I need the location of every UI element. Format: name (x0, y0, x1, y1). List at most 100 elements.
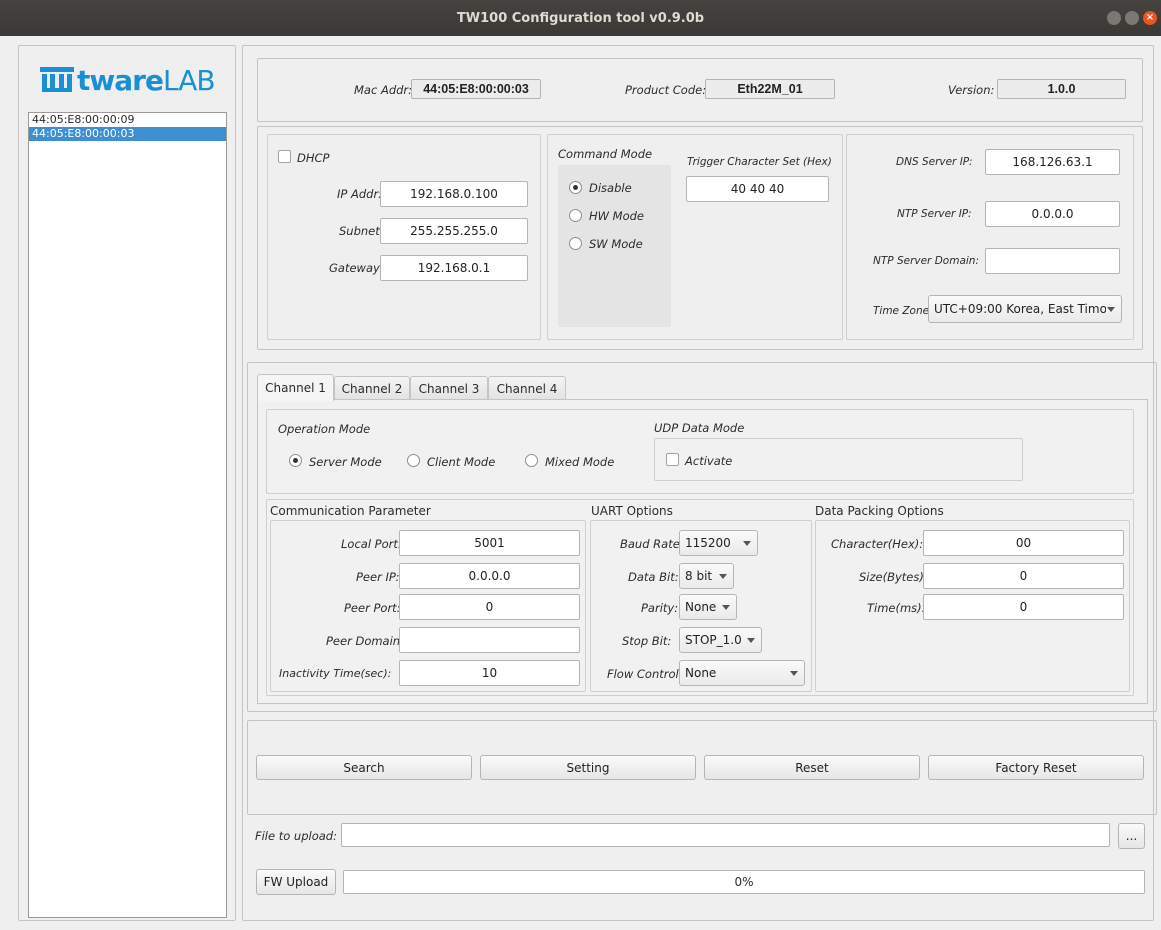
file-upload-label: File to upload: (255, 829, 337, 843)
file-path-input[interactable] (341, 823, 1110, 847)
baud-rate-label: Baud Rate: (620, 537, 684, 551)
ntp-ip-input[interactable]: 0.0.0.0 (985, 201, 1120, 227)
udp-activate-label: Activate (685, 454, 733, 468)
gateway-input[interactable]: 192.168.0.1 (380, 255, 528, 281)
baud-rate-select[interactable]: 115200 (679, 530, 758, 556)
size-bytes-label: Size(Bytes): (859, 570, 928, 584)
dns-label: DNS Server IP: (896, 156, 973, 168)
radio-mixed-mode[interactable] (525, 454, 538, 467)
dhcp-label: DHCP (297, 151, 330, 165)
inactivity-input[interactable]: 10 (399, 660, 580, 686)
tab-channel-3[interactable]: Channel 3 (410, 376, 488, 400)
radio-client-mode[interactable] (407, 454, 420, 467)
logo: tware LAB (40, 63, 216, 97)
time-ms-input[interactable]: 0 (923, 594, 1124, 620)
radio-sw-mode-label: SW Mode (589, 237, 643, 251)
product-code-field: Eth22M_01 (705, 79, 835, 99)
ntp-ip-label: NTP Server IP: (897, 208, 972, 220)
comm-params-title: Communication Parameter (270, 504, 431, 518)
mac-label: Mac Addr: (354, 83, 413, 97)
upload-progress-bar: 0% (343, 870, 1145, 894)
chevron-down-icon (719, 574, 727, 579)
radio-client-mode-label: Client Mode (427, 455, 496, 469)
radio-server-mode[interactable] (289, 454, 302, 467)
time-zone-select[interactable]: UTC+09:00 Korea, East Timor, F (928, 295, 1122, 323)
radio-disable-label: Disable (589, 181, 632, 195)
title-bar: TW100 Configuration tool v0.9.0b × (0, 0, 1161, 36)
search-button[interactable]: Search (256, 755, 472, 780)
local-port-label: Local Port: (341, 537, 402, 551)
list-item[interactable]: 44:05:E8:00:00:09 (29, 113, 226, 127)
browse-button[interactable]: ... (1118, 823, 1145, 849)
parity-value: None (685, 600, 717, 614)
peer-port-input[interactable]: 0 (399, 594, 580, 620)
inactivity-label: Inactivity Time(sec): (279, 667, 392, 680)
peer-port-label: Peer Port: (344, 601, 401, 615)
radio-hw-mode-label: HW Mode (589, 209, 645, 223)
parity-label: Parity: (641, 601, 679, 615)
gateway-label: Gateway: (329, 261, 384, 275)
radio-server-mode-label: Server Mode (309, 455, 382, 469)
flow-control-select[interactable]: None (679, 660, 805, 686)
reset-button[interactable]: Reset (704, 755, 920, 780)
fw-upload-button[interactable]: FW Upload (256, 869, 336, 895)
udp-activate-checkbox[interactable] (666, 453, 679, 466)
logo-text-tware: tware (77, 63, 164, 97)
minimize-icon[interactable] (1107, 11, 1121, 25)
list-item-selected[interactable]: 44:05:E8:00:00:03 (29, 127, 226, 141)
baud-rate-value: 115200 (685, 536, 731, 550)
ntp-domain-input[interactable] (985, 248, 1120, 274)
device-list: 44:05:E8:00:00:09 44:05:E8:00:00:03 (28, 112, 227, 918)
stop-bit-value: STOP_1.0 (685, 633, 742, 647)
peer-ip-input[interactable]: 0.0.0.0 (399, 563, 580, 589)
mac-field: 44:05:E8:00:00:03 (411, 79, 541, 99)
tab-channel-2[interactable]: Channel 2 (334, 376, 410, 400)
ntp-domain-label: NTP Server Domain: (873, 255, 979, 267)
dhcp-checkbox[interactable] (278, 150, 291, 163)
stop-bit-select[interactable]: STOP_1.0 (679, 627, 762, 653)
progress-text: 0% (734, 875, 754, 889)
factory-reset-button[interactable]: Factory Reset (928, 755, 1144, 780)
version-field: 1.0.0 (997, 79, 1126, 99)
radio-sw-mode[interactable] (569, 237, 582, 250)
command-mode-title: Command Mode (558, 147, 653, 161)
flow-control-label: Flow Control: (607, 667, 683, 681)
data-bit-value: 8 bit (685, 569, 713, 583)
character-hex-label: Character(Hex): (831, 537, 924, 551)
character-hex-input[interactable]: 00 (923, 530, 1124, 556)
tab-channel-1[interactable]: Channel 1 (257, 374, 334, 401)
data-bit-select[interactable]: 8 bit (679, 563, 734, 589)
parity-select[interactable]: None (679, 594, 737, 620)
setting-button[interactable]: Setting (480, 755, 696, 780)
time-zone-value: UTC+09:00 Korea, East Timor, F (934, 302, 1106, 316)
peer-ip-label: Peer IP: (356, 570, 400, 584)
chevron-down-icon (790, 671, 798, 676)
peer-domain-input[interactable] (399, 627, 580, 653)
size-bytes-input[interactable]: 0 (923, 563, 1124, 589)
data-bit-label: Data Bit: (628, 570, 679, 584)
close-icon[interactable]: × (1143, 11, 1157, 25)
local-port-input[interactable]: 5001 (399, 530, 580, 556)
version-label: Version: (948, 83, 995, 97)
dns-input[interactable]: 168.126.63.1 (985, 149, 1120, 175)
ip-label: IP Addr: (337, 187, 383, 201)
ip-input[interactable]: 192.168.0.100 (380, 181, 528, 207)
uart-options-title: UART Options (591, 504, 673, 518)
maximize-icon[interactable] (1125, 11, 1139, 25)
flow-control-value: None (685, 666, 717, 680)
time-ms-label: Time(ms): (867, 601, 926, 615)
stop-bit-label: Stop Bit: (622, 634, 672, 648)
subnet-input[interactable]: 255.255.255.0 (380, 218, 528, 244)
chevron-down-icon (743, 541, 751, 546)
udp-data-mode-title: UDP Data Mode (654, 421, 745, 435)
radio-disable[interactable] (569, 181, 582, 194)
product-code-label: Product Code: (625, 83, 707, 97)
trigger-input[interactable]: 40 40 40 (686, 176, 829, 202)
tab-channel-4[interactable]: Channel 4 (488, 376, 566, 400)
trigger-label: Trigger Character Set (Hex) (687, 156, 832, 168)
chevron-down-icon (747, 638, 755, 643)
radio-hw-mode[interactable] (569, 209, 582, 222)
operation-mode-title: Operation Mode (278, 422, 371, 436)
subnet-label: Subnet: (339, 224, 384, 238)
chevron-down-icon (722, 605, 730, 610)
